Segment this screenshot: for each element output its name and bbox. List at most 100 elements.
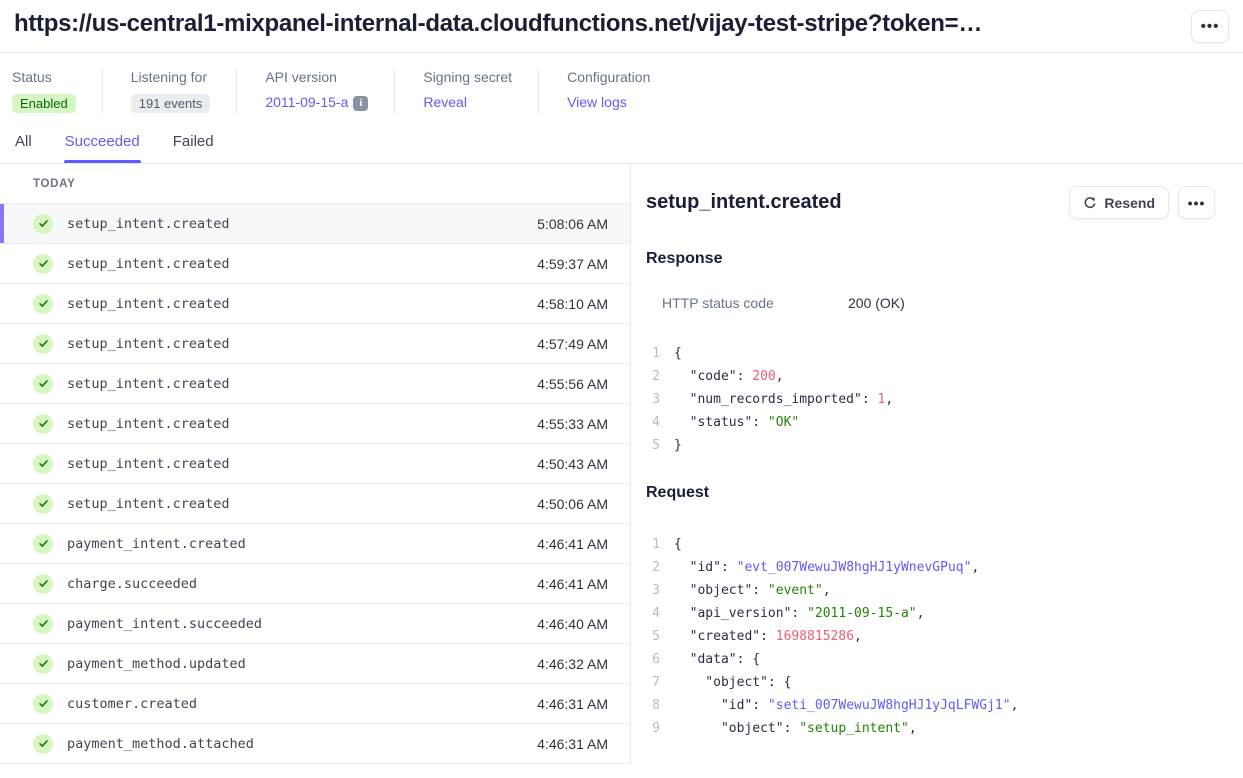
endpoint-summary: Status Enabled Listening for 191 events … bbox=[0, 53, 1243, 131]
event-time: 4:59:37 AM bbox=[537, 256, 608, 272]
event-list-row[interactable]: setup_intent.created 4:55:33 AM bbox=[0, 404, 630, 444]
tab-all[interactable]: All bbox=[14, 131, 33, 163]
event-time: 4:55:56 AM bbox=[537, 376, 608, 392]
tab-failed[interactable]: Failed bbox=[172, 131, 215, 163]
success-check-icon bbox=[33, 734, 53, 754]
info-icon[interactable]: i bbox=[353, 96, 368, 111]
http-status-row: HTTP status code 200 (OK) bbox=[646, 295, 1215, 311]
response-heading: Response bbox=[646, 250, 1215, 268]
event-name: setup_intent.created bbox=[67, 336, 230, 352]
event-list-row[interactable]: payment_method.attached 4:46:31 AM bbox=[0, 724, 630, 764]
api-version-link[interactable]: 2011-09-15-a bbox=[265, 94, 348, 110]
success-check-icon bbox=[33, 454, 53, 474]
detail-overflow-button[interactable]: ••• bbox=[1178, 186, 1215, 219]
event-list: setup_intent.created 5:08:06 AM setup_in… bbox=[0, 204, 630, 764]
detail-actions: Resend ••• bbox=[1069, 186, 1215, 219]
event-time: 4:58:10 AM bbox=[537, 296, 608, 312]
success-check-icon bbox=[33, 374, 53, 394]
detail-header: setup_intent.created Resend ••• bbox=[646, 186, 1215, 219]
signing-secret-label: Signing secret bbox=[423, 69, 512, 85]
event-list-pane: TODAY setup_intent.created 5:08:06 AM se… bbox=[0, 164, 631, 764]
summary-api-version: API version 2011-09-15-a i bbox=[251, 69, 395, 113]
summary-listening-for: Listening for 191 events bbox=[117, 69, 238, 113]
event-list-row[interactable]: charge.succeeded 4:46:41 AM bbox=[0, 564, 630, 604]
event-list-row[interactable]: setup_intent.created 4:50:06 AM bbox=[0, 484, 630, 524]
event-list-row[interactable]: setup_intent.created 4:55:56 AM bbox=[0, 364, 630, 404]
status-badge: Enabled bbox=[12, 94, 76, 113]
ellipsis-icon: ••• bbox=[1201, 18, 1220, 35]
event-group-header: TODAY bbox=[0, 164, 630, 204]
event-name: customer.created bbox=[67, 696, 197, 712]
event-name: setup_intent.created bbox=[67, 376, 230, 392]
event-name: setup_intent.created bbox=[67, 216, 230, 232]
configuration-label: Configuration bbox=[567, 69, 650, 85]
events-count-badge: 191 events bbox=[131, 94, 211, 113]
event-time: 5:08:06 AM bbox=[537, 216, 608, 232]
event-list-row[interactable]: setup_intent.created 4:50:43 AM bbox=[0, 444, 630, 484]
tab-succeeded[interactable]: Succeeded bbox=[64, 131, 141, 163]
event-name: setup_intent.created bbox=[67, 296, 230, 312]
event-time: 4:46:41 AM bbox=[537, 536, 608, 552]
event-name: payment_method.updated bbox=[67, 656, 246, 672]
http-status-label: HTTP status code bbox=[662, 295, 848, 311]
event-list-row[interactable]: setup_intent.created 4:59:37 AM bbox=[0, 244, 630, 284]
event-name: setup_intent.created bbox=[67, 416, 230, 432]
summary-status: Status Enabled bbox=[12, 69, 103, 113]
event-list-row[interactable]: setup_intent.created 4:58:10 AM bbox=[0, 284, 630, 324]
success-check-icon bbox=[33, 334, 53, 354]
event-time: 4:50:43 AM bbox=[537, 456, 608, 472]
event-list-row[interactable]: payment_intent.succeeded 4:46:40 AM bbox=[0, 604, 630, 644]
success-check-icon bbox=[33, 494, 53, 514]
event-filter-tabs: All Succeeded Failed bbox=[0, 131, 1243, 164]
success-check-icon bbox=[33, 614, 53, 634]
detail-title: setup_intent.created bbox=[646, 191, 842, 214]
success-check-icon bbox=[33, 214, 53, 234]
success-check-icon bbox=[33, 534, 53, 554]
view-logs-link[interactable]: View logs bbox=[567, 94, 627, 110]
event-list-row[interactable]: payment_intent.created 4:46:41 AM bbox=[0, 524, 630, 564]
success-check-icon bbox=[33, 694, 53, 714]
event-time: 4:46:31 AM bbox=[537, 736, 608, 752]
request-code: 1{2 "id": "evt_007WewuJW8hgHJ1yWnevGPuq"… bbox=[646, 533, 1215, 740]
event-time: 4:46:40 AM bbox=[537, 616, 608, 632]
request-heading: Request bbox=[646, 484, 1215, 502]
event-list-row[interactable]: payment_method.updated 4:46:32 AM bbox=[0, 644, 630, 684]
event-detail-pane: setup_intent.created Resend ••• Response bbox=[631, 164, 1243, 764]
event-list-row[interactable]: setup_intent.created 5:08:06 AM bbox=[0, 204, 630, 244]
summary-signing-secret: Signing secret Reveal bbox=[409, 69, 539, 113]
event-time: 4:46:31 AM bbox=[537, 696, 608, 712]
page-title: https://us-central1-mixpanel-internal-da… bbox=[14, 10, 982, 38]
event-time: 4:55:33 AM bbox=[537, 416, 608, 432]
ellipsis-icon: ••• bbox=[1188, 195, 1206, 211]
status-label: Status bbox=[12, 69, 76, 85]
event-list-row[interactable]: setup_intent.created 4:57:49 AM bbox=[0, 324, 630, 364]
event-name: setup_intent.created bbox=[67, 256, 230, 272]
event-name: setup_intent.created bbox=[67, 496, 230, 512]
content-split: TODAY setup_intent.created 5:08:06 AM se… bbox=[0, 164, 1243, 764]
success-check-icon bbox=[33, 574, 53, 594]
event-list-row[interactable]: customer.created 4:46:31 AM bbox=[0, 684, 630, 724]
resend-button-label: Resend bbox=[1104, 195, 1155, 211]
event-time: 4:46:32 AM bbox=[537, 656, 608, 672]
reveal-secret-link[interactable]: Reveal bbox=[423, 94, 467, 110]
event-name: payment_intent.succeeded bbox=[67, 616, 262, 632]
success-check-icon bbox=[33, 294, 53, 314]
page-overflow-button[interactable]: ••• bbox=[1191, 10, 1229, 43]
event-name: setup_intent.created bbox=[67, 456, 230, 472]
response-code: 1{2 "code": 200,3 "num_records_imported"… bbox=[646, 342, 1215, 457]
success-check-icon bbox=[33, 254, 53, 274]
success-check-icon bbox=[33, 654, 53, 674]
summary-configuration: Configuration View logs bbox=[553, 69, 676, 113]
api-version-label: API version bbox=[265, 69, 368, 85]
refresh-icon bbox=[1083, 196, 1097, 210]
event-name: payment_method.attached bbox=[67, 736, 254, 752]
http-status-value: 200 (OK) bbox=[848, 295, 905, 311]
page-header: https://us-central1-mixpanel-internal-da… bbox=[0, 0, 1243, 53]
success-check-icon bbox=[33, 414, 53, 434]
event-time: 4:57:49 AM bbox=[537, 336, 608, 352]
resend-button[interactable]: Resend bbox=[1069, 186, 1169, 219]
listening-for-label: Listening for bbox=[131, 69, 211, 85]
event-time: 4:50:06 AM bbox=[537, 496, 608, 512]
event-name: payment_intent.created bbox=[67, 536, 246, 552]
event-name: charge.succeeded bbox=[67, 576, 197, 592]
